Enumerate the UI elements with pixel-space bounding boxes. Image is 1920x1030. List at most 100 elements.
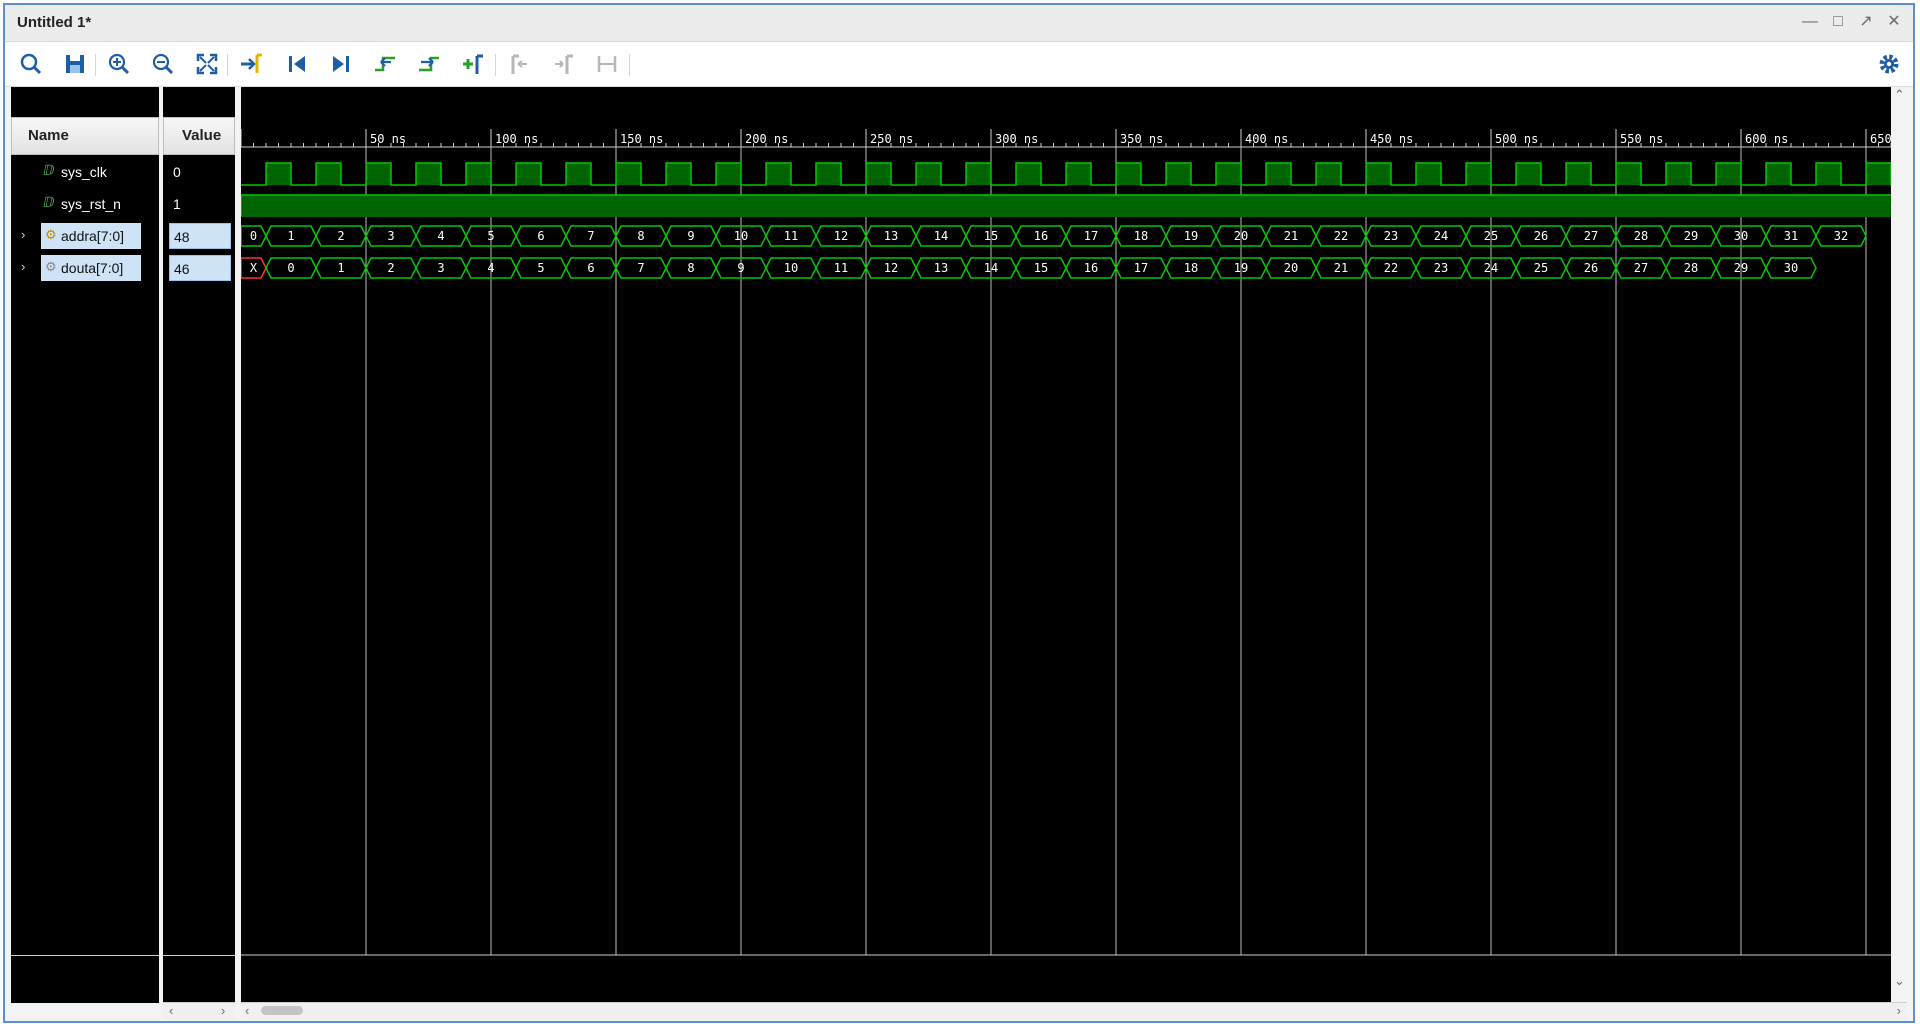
value-douta: 46 [169, 255, 231, 281]
douta-value-label: 2 [387, 261, 394, 275]
wave-content: Name ⅅ sys_clk ⅅ sys_rst_n › ⚙ addra[7:0… [11, 87, 1907, 1019]
addra-value-label: 21 [1284, 229, 1298, 243]
go-to-end-icon[interactable] [327, 50, 355, 78]
scroll-up-icon[interactable]: ⌃ [1894, 87, 1905, 103]
douta-value-label: 20 [1284, 261, 1298, 275]
clock-high-pulse [266, 163, 291, 185]
value-horizontal-scrollbar[interactable]: ‹ › [163, 1002, 235, 1019]
douta-value-label: 7 [637, 261, 644, 275]
value-column-header[interactable]: Value [163, 117, 235, 155]
bit-signal-icon: ⅅ [43, 162, 55, 178]
clock-high-pulse [366, 163, 391, 185]
title-bar: Untitled 1* — □ ↗ ✕ [5, 5, 1913, 42]
douta-value-label: 27 [1634, 261, 1648, 275]
next-transition-icon[interactable] [415, 50, 443, 78]
reset-high-fill [241, 195, 1891, 217]
clock-high-pulse [1516, 163, 1541, 185]
clock-high-pulse [1066, 163, 1091, 185]
clock-high-pulse [466, 163, 491, 185]
scroll-right-icon[interactable]: › [221, 1003, 225, 1018]
addra-value-label: 16 [1034, 229, 1048, 243]
minimize-icon[interactable]: — [1801, 13, 1819, 31]
gear-icon[interactable] [1875, 50, 1903, 78]
douta-value-label: 18 [1184, 261, 1198, 275]
ruler-tick-label: 100 ns [495, 132, 538, 146]
scroll-right-icon[interactable]: › [1897, 1003, 1901, 1018]
value-addra: 48 [169, 223, 231, 249]
maximize-icon[interactable]: □ [1829, 13, 1847, 31]
clock-high-pulse [1266, 163, 1291, 185]
wave-horizontal-scrollbar[interactable]: ‹ › [241, 1002, 1907, 1019]
name-panel: Name ⅅ sys_clk ⅅ sys_rst_n › ⚙ addra[7:0… [11, 87, 159, 1019]
clock-high-pulse [1366, 163, 1391, 185]
clock-high-pulse [1866, 163, 1891, 185]
addra-value-label: 23 [1384, 229, 1398, 243]
zoom-fit-icon[interactable] [193, 50, 221, 78]
name-column-header[interactable]: Name [11, 117, 159, 155]
addra-value-label: 4 [437, 229, 444, 243]
window-title: Untitled 1* [17, 14, 92, 31]
chevron-right-icon[interactable]: › [21, 259, 25, 274]
clock-high-pulse [816, 163, 841, 185]
value-sys-clk: 0 [173, 164, 181, 180]
douta-value-label: 10 [784, 261, 798, 275]
clock-high-pulse [1216, 163, 1241, 185]
clock-high-pulse [1166, 163, 1191, 185]
scroll-down-icon[interactable]: ⌄ [1894, 973, 1905, 989]
search-icon[interactable] [17, 50, 45, 78]
clock-high-pulse [1616, 163, 1641, 185]
douta-value-label: 12 [884, 261, 898, 275]
ruler-tick-label: 500 ns [1495, 132, 1538, 146]
vertical-scrollbar[interactable]: ⌃ ⌄ [1891, 87, 1907, 1003]
ruler-tick-label: 300 ns [995, 132, 1038, 146]
addra-value-label: 12 [834, 229, 848, 243]
ruler-tick-label: 150 ns [620, 132, 663, 146]
signal-row-sys-rst-n[interactable]: ⅅ sys_rst_n [11, 191, 159, 217]
clock-high-pulse [966, 163, 991, 185]
addra-value-label: 6 [537, 229, 544, 243]
douta-value-label: 13 [934, 261, 948, 275]
swap-cursors-icon[interactable] [593, 50, 621, 78]
go-to-cursor-icon[interactable] [237, 50, 265, 78]
douta-value-label: 9 [737, 261, 744, 275]
signal-row-douta[interactable]: › ⚙ douta[7:0] [11, 255, 159, 281]
douta-value-label: 4 [487, 261, 494, 275]
zoom-in-icon[interactable] [105, 50, 133, 78]
addra-value-label: 5 [487, 229, 494, 243]
previous-marker-icon[interactable] [505, 50, 533, 78]
float-icon[interactable]: ↗ [1857, 13, 1875, 31]
clock-high-pulse [316, 163, 341, 185]
clock-high-pulse [666, 163, 691, 185]
addra-value-label: 3 [387, 229, 394, 243]
clock-high-pulse [866, 163, 891, 185]
scrollbar-thumb[interactable] [261, 1006, 303, 1015]
addra-value-label: 8 [637, 229, 644, 243]
zoom-out-icon[interactable] [149, 50, 177, 78]
addra-value-label: 28 [1634, 229, 1648, 243]
signal-row-sys-clk[interactable]: ⅅ sys_clk [11, 159, 159, 185]
previous-transition-icon[interactable] [371, 50, 399, 78]
douta-value-label: 3 [437, 261, 444, 275]
douta-value-label: 23 [1434, 261, 1448, 275]
douta-value-label: 5 [537, 261, 544, 275]
signal-row-addra[interactable]: › ⚙ addra[7:0] [11, 223, 159, 249]
clock-high-pulse [1416, 163, 1441, 185]
add-marker-icon[interactable] [459, 50, 487, 78]
douta-value-label: 8 [687, 261, 694, 275]
addra-value-label: 0 [250, 229, 257, 243]
douta-value-label: 16 [1084, 261, 1098, 275]
douta-value-label: 26 [1584, 261, 1598, 275]
next-marker-icon[interactable] [549, 50, 577, 78]
scroll-left-icon[interactable]: ‹ [245, 1003, 249, 1018]
waveform-canvas[interactable]: 50 ns 100 ns 150 ns 200 ns 250 ns 300 ns 350 n… [241, 87, 1891, 1003]
addra-value-label: 17 [1084, 229, 1098, 243]
chevron-right-icon[interactable]: › [21, 227, 25, 242]
addra-value-label: 31 [1784, 229, 1798, 243]
scroll-left-icon[interactable]: ‹ [169, 1003, 173, 1018]
save-icon[interactable] [61, 50, 89, 78]
close-icon[interactable]: ✕ [1885, 13, 1903, 31]
addra-value-label: 22 [1334, 229, 1348, 243]
ruler-tick-label: 250 ns [870, 132, 913, 146]
go-to-start-icon[interactable] [283, 50, 311, 78]
toolbar [5, 42, 1913, 87]
